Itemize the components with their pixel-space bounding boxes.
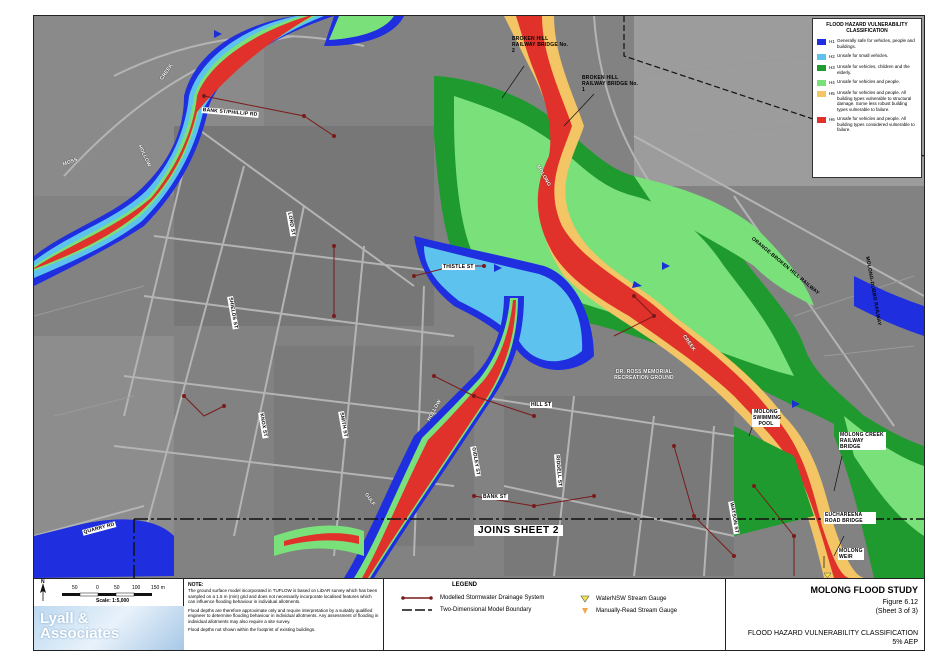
note-paragraph-1: The ground surface model incorporated in… — [188, 588, 378, 604]
legend-title: FLOOD HAZARD VULNERABILITY CLASSIFICATIO… — [826, 22, 908, 34]
legend-row-h2: H2 Unsafe for small vehicles. — [817, 53, 917, 60]
legend-swatch-h3 — [817, 65, 826, 71]
boundary-line-icon — [402, 609, 432, 611]
logo-line-2: Associates — [40, 625, 120, 642]
legend-row-h1: H1 Generally safe for vehicles, people a… — [817, 38, 917, 49]
legend-row-h4: H4 Unsafe for vehicles and people. — [817, 79, 917, 86]
title-block: N 50 0 50 100 150 m Scale: 1:5,000 Lyall… — [34, 578, 924, 650]
legend-row-h5: H5 Unsafe for vehicles and people. All b… — [817, 90, 917, 112]
hazard-classification-legend: FLOOD HAZARD VULNERABILITY CLASSIFICATIO… — [812, 18, 922, 178]
waternsw-gauge-legend-item: WaterNSW Stream Gauge — [580, 595, 666, 603]
waternsw-gauge-icon — [580, 595, 590, 603]
scale-tick-2: 50 — [114, 585, 120, 591]
sheet-number: (Sheet 3 of 3) — [875, 608, 918, 615]
boundary-label: Two-Dimensional Model Boundary — [440, 607, 532, 613]
manual-gauge-label: Manually-Read Stream Gauge — [596, 608, 678, 614]
legend-text-h5: Unsafe for vehicles and people. All buil… — [837, 90, 912, 112]
joins-sheet-label: JOINS SHEET 2 — [474, 525, 563, 536]
legend-section: LEGEND Modelled Stormwater Drainage Syst… — [384, 579, 726, 650]
stormwater-label: Modelled Stormwater Drainage System — [440, 595, 545, 601]
flood-map[interactable]: CREEK HOLLOW MOSS BANK ST/PHILLIP RD BRO… — [34, 16, 924, 578]
note-paragraph-2: Flood depths are therefore approximate o… — [188, 607, 379, 624]
stormwater-legend-item: Modelled Stormwater Drainage System — [400, 595, 544, 601]
legend-row-h3: H3 Unsafe for vehicles, children and the… — [817, 64, 917, 75]
thistle-st-label: THISTLE ST — [442, 264, 475, 270]
scale-tick-4: 150 m — [151, 585, 165, 591]
legend-text-h4: Unsafe for vehicles and people. — [837, 79, 901, 84]
legend-swatch-h2 — [817, 54, 826, 60]
legend-heading: LEGEND — [452, 582, 478, 588]
legend-swatch-h6 — [817, 117, 826, 123]
legend-swatch-h4 — [817, 80, 826, 86]
legend-code-h4: H4 — [829, 80, 835, 85]
aep-label: 5% AEP — [892, 639, 918, 646]
euchareena-road-bridge-label: EUCHAREENA ROAD BRIDGE — [824, 512, 876, 524]
manual-gauge-legend-item: Manually-Read Stream Gauge — [580, 607, 677, 615]
molong-creek-railway-bridge-label: MOLONG CREEK RAILWAY BRIDGE — [839, 432, 886, 450]
legend-swatch-h1 — [817, 39, 826, 45]
note-section: NOTE: The ground surface model incorpora… — [184, 579, 384, 650]
legend-code-h6: H6 — [829, 117, 835, 122]
legend-text-h1: Generally safe for vehicles, people and … — [837, 38, 915, 49]
legend-code-h5: H5 — [829, 91, 835, 96]
scale-tick-1: 0 — [96, 585, 99, 591]
scale-tick-0: 50 — [72, 585, 78, 591]
waternsw-gauge-label: WaterNSW Stream Gauge — [596, 596, 667, 602]
bank-st-label: BANK ST — [482, 494, 508, 500]
figure-number: Figure 6.12 — [882, 599, 918, 606]
legend-text-h2: Unsafe for small vehicles. — [837, 53, 889, 58]
railway-bridge-2-label: BROKEN HILL RAILWAY BRIDGE No. 2 — [512, 36, 569, 54]
legend-code-h1: H1 — [829, 39, 835, 44]
ross-memorial-label: DR. ROSS MEMORIAL RECREATION GROUND — [614, 369, 674, 381]
legend-text-h3: Unsafe for vehicles, children and the el… — [837, 64, 910, 75]
swimming-pool-label: MOLONG SWIMMING POOL — [752, 409, 782, 427]
logo-text: Lyall & Associates — [40, 611, 119, 641]
scale-text: Scale: 1:5,000 — [96, 598, 130, 604]
manual-gauge-icon — [582, 608, 588, 614]
scale-section: N 50 0 50 100 150 m Scale: 1:5,000 Lyall… — [34, 579, 184, 650]
figure-info: Figure 6.12 (Sheet 3 of 3) — [876, 598, 918, 616]
legend-code-h2: H2 — [829, 54, 835, 59]
classification-title: FLOOD HAZARD VULNERABILITY CLASSIFICATIO… — [747, 630, 918, 637]
railway-bridge-1-label: BROKEN HILL RAILWAY BRIDGE No. 1 — [582, 75, 639, 93]
legend-code-h3: H3 — [829, 65, 835, 70]
legend-row-h6: H6 Unsafe for vehicles and people. All b… — [817, 116, 917, 133]
legend-swatch-h5 — [817, 91, 826, 97]
logo-line-1: Lyall & — [40, 610, 89, 627]
boundary-legend-item: Two-Dimensional Model Boundary — [400, 607, 531, 613]
molong-weir-label: MOLONG WEIR — [838, 548, 864, 560]
title-section: MOLONG FLOOD STUDY Figure 6.12 (Sheet 3 … — [726, 579, 924, 650]
scale-tick-3: 100 — [132, 585, 141, 591]
stormwater-line-icon — [401, 596, 433, 600]
map-frame: CREEK HOLLOW MOSS BANK ST/PHILLIP RD BRO… — [33, 15, 925, 651]
note-paragraph-3: Flood depths not shown within the footpr… — [188, 627, 316, 632]
legend-text-h6: Unsafe for vehicles and people. All buil… — [837, 116, 915, 132]
map-graphic — [34, 16, 924, 578]
study-title: MOLONG FLOOD STUDY — [810, 585, 919, 595]
company-logo: Lyall & Associates — [34, 606, 184, 650]
hill-st-label: HILL ST — [530, 402, 553, 408]
north-label: N — [41, 579, 45, 585]
